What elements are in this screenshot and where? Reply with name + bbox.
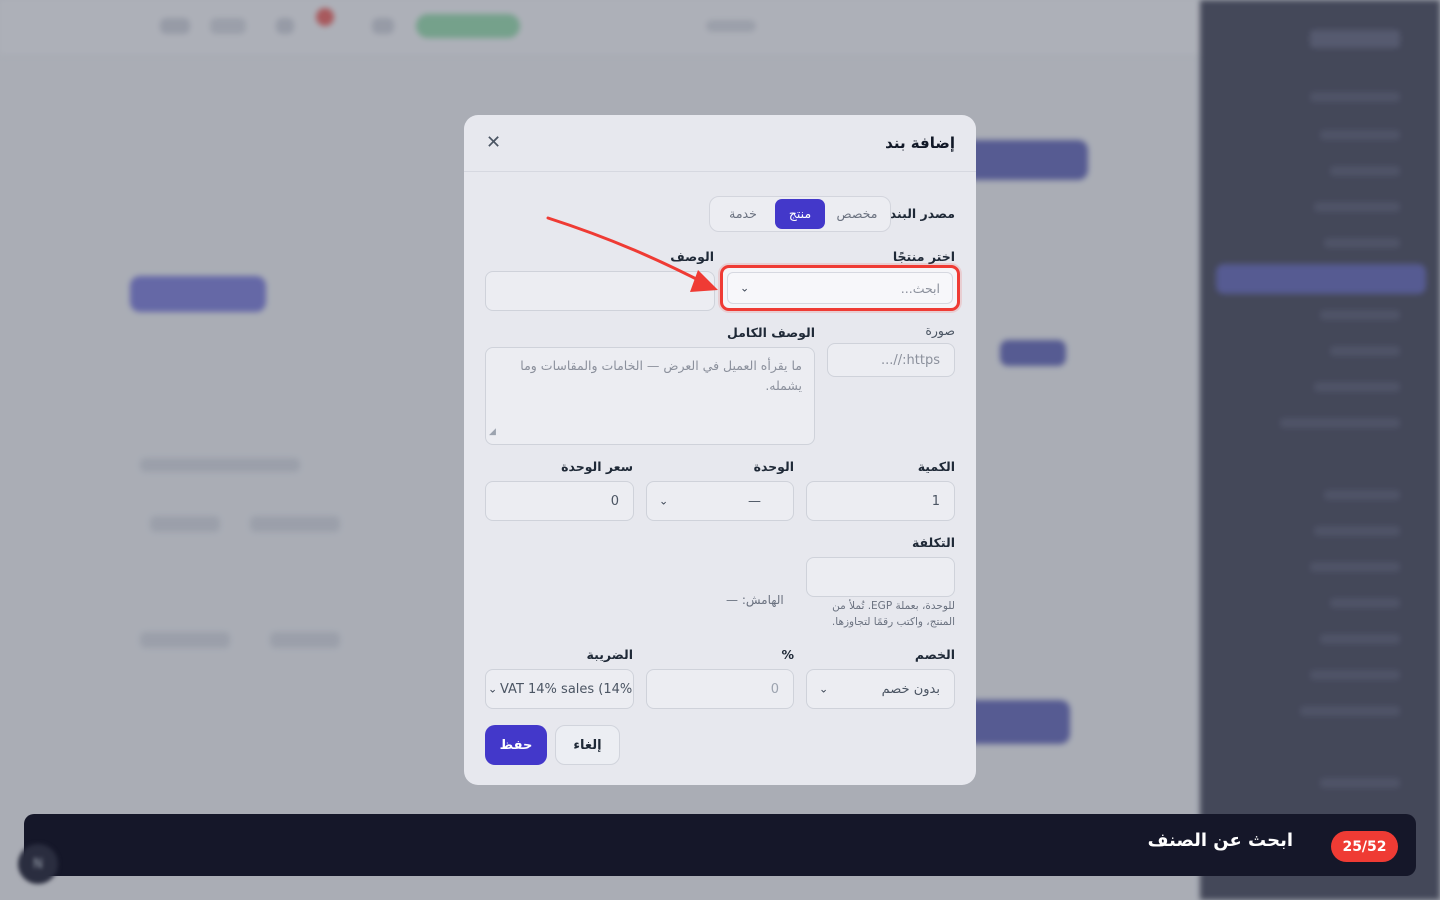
cost-label: التكلفة bbox=[911, 535, 955, 550]
cost-hint: للوحدة، بعملة EGP. تُملأ من المنتج، واكت… bbox=[831, 600, 955, 628]
dialog-header: إضافة بند ✕ bbox=[464, 115, 976, 172]
discount-percent-input[interactable]: 0 bbox=[646, 669, 794, 709]
margin-readout: الهامش: — bbox=[726, 593, 784, 607]
chevron-down-icon: ⌄ bbox=[659, 494, 669, 508]
chevron-down-icon: ⌄ bbox=[740, 281, 750, 295]
percent-label: % bbox=[781, 647, 794, 662]
unit-price-label: سعر الوحدة bbox=[561, 459, 633, 474]
item-source-toggle: مخصص منتج خدمة bbox=[709, 196, 891, 232]
save-button[interactable]: حفظ bbox=[485, 725, 547, 765]
image-label: صورة bbox=[925, 323, 955, 338]
unit-select[interactable]: — ⌄ bbox=[646, 481, 794, 521]
quantity-label: الكمية bbox=[917, 459, 955, 474]
cancel-button[interactable]: إلغاء bbox=[555, 725, 620, 765]
unit-price-input[interactable]: 0 bbox=[485, 481, 634, 521]
tax-value: VAT 14% sales (14%) bbox=[500, 681, 634, 697]
close-icon[interactable]: ✕ bbox=[486, 134, 501, 152]
resize-handle-icon[interactable]: ◢ bbox=[489, 422, 496, 442]
product-search-placeholder: ابحث... bbox=[900, 280, 940, 296]
source-option-product[interactable]: منتج bbox=[775, 199, 825, 229]
dialog-title: إضافة بند bbox=[885, 134, 955, 152]
quantity-input[interactable]: 1 bbox=[806, 481, 955, 521]
image-url-input[interactable]: https://... bbox=[827, 343, 955, 377]
product-search-highlight: ابحث... ⌄ bbox=[720, 265, 960, 311]
full-description-placeholder: ما يقرأه العميل في العرض — الخامات والمق… bbox=[520, 358, 802, 393]
discount-value: بدون خصم bbox=[881, 681, 940, 697]
choose-product-label: اختر منتجًا bbox=[892, 249, 955, 264]
image-url-placeholder: https://... bbox=[880, 352, 940, 368]
chevron-down-icon: ⌄ bbox=[488, 682, 498, 696]
product-search-select[interactable]: ابحث... ⌄ bbox=[727, 272, 953, 304]
full-description-textarea[interactable]: ما يقرأه العميل في العرض — الخامات والمق… bbox=[485, 347, 815, 445]
cost-input[interactable] bbox=[806, 557, 955, 597]
full-description-label: الوصف الكامل bbox=[727, 325, 815, 340]
chevron-down-icon: ⌄ bbox=[819, 682, 829, 696]
tax-label: الضريبة bbox=[586, 647, 633, 662]
discount-select[interactable]: بدون خصم ⌄ bbox=[806, 669, 955, 709]
tour-pointer-arrow-icon bbox=[546, 216, 718, 292]
discount-label: الخصم bbox=[914, 647, 955, 662]
guided-tour-bar: N ابحث عن الصنف 25/52 bbox=[18, 814, 1416, 884]
unit-value: — bbox=[748, 493, 761, 509]
item-source-label: مصدر البند bbox=[889, 206, 955, 221]
tour-progress-badge: 25/52 bbox=[1331, 831, 1398, 862]
unit-label: الوحدة bbox=[753, 459, 794, 474]
source-option-custom[interactable]: مخصص bbox=[827, 199, 887, 229]
tax-select[interactable]: VAT 14% sales (14%) ⌄ bbox=[485, 669, 634, 709]
tour-step-title: ابحث عن الصنف bbox=[1147, 830, 1293, 851]
avatar[interactable]: N bbox=[18, 844, 58, 884]
